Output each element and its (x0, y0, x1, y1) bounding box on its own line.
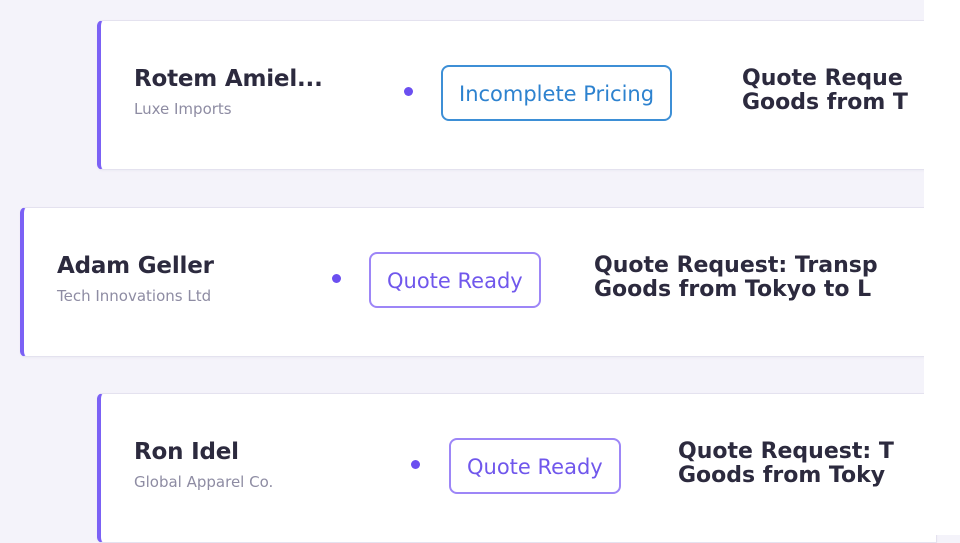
quote-card[interactable]: Rotem Amiel... Luxe Imports Incomplete P… (97, 20, 937, 170)
subject-line: Goods from T (742, 90, 908, 115)
status-dot-icon (404, 87, 413, 96)
subject-line: Quote Request: T (678, 439, 894, 464)
status-badge[interactable]: Quote Ready (369, 252, 541, 308)
quote-subject[interactable]: Quote Request: T Goods from Toky (678, 440, 894, 488)
status-dot-icon (332, 274, 341, 283)
subject-line: Goods from Tokyo to L (594, 277, 872, 302)
contact-info: Rotem Amiel... Luxe Imports (134, 65, 323, 118)
quote-card[interactable]: Ron Idel Global Apparel Co. Quote Ready … (97, 393, 937, 543)
subject-line: Quote Reque (742, 66, 903, 91)
status-badge[interactable]: Incomplete Pricing (441, 65, 673, 121)
subject-line: Quote Request: Transp (594, 253, 878, 278)
contact-name: Rotem Amiel... (134, 66, 323, 92)
company-name: Tech Innovations Ltd (57, 287, 212, 305)
viewport-edge (924, 0, 960, 535)
status-dot-icon (411, 460, 420, 469)
contact-name: Ron Idel (134, 439, 239, 465)
status-badge[interactable]: Quote Ready (449, 438, 621, 494)
subject-line: Goods from Toky (678, 463, 886, 488)
quote-subject[interactable]: Quote Reque Goods from T (742, 67, 908, 115)
quote-card[interactable]: Adam Geller Tech Innovations Ltd Quote R… (20, 207, 940, 357)
contact-info: Ron Idel Global Apparel Co. (134, 438, 273, 491)
contact-info: Adam Geller Tech Innovations Ltd (57, 252, 214, 305)
company-name: Global Apparel Co. (134, 473, 274, 491)
quote-subject[interactable]: Quote Request: Transp Goods from Tokyo t… (594, 254, 878, 302)
contact-name: Adam Geller (57, 253, 214, 279)
company-name: Luxe Imports (134, 100, 232, 118)
